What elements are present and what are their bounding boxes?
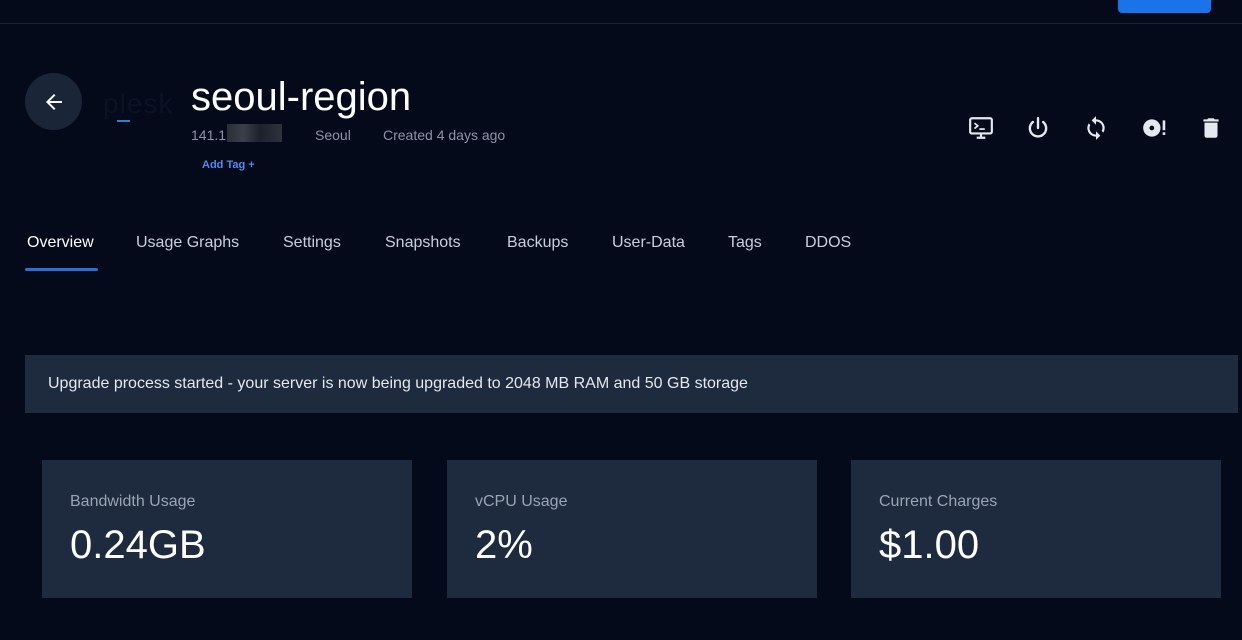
arrow-left-icon	[45, 93, 62, 110]
tab-bar: Overview Usage Graphs Settings Snapshots…	[0, 228, 1242, 272]
tab-tags[interactable]: Tags	[728, 228, 762, 270]
tab-snapshots[interactable]: Snapshots	[385, 228, 461, 270]
delete-button[interactable]	[1196, 113, 1226, 143]
upgrade-notice: Upgrade process started - your server is…	[25, 355, 1238, 413]
server-ip: 141.1	[191, 127, 227, 143]
server-overview-page: plesk seoul-region 141.1 Seoul Created 4…	[0, 0, 1242, 640]
logo-accent	[117, 120, 130, 122]
stat-label: Bandwidth Usage	[70, 493, 196, 510]
page-title: seoul-region	[191, 75, 412, 119]
stat-label: Current Charges	[879, 493, 998, 510]
stat-value: 0.24GB	[70, 523, 206, 567]
back-button[interactable]	[25, 73, 82, 130]
stat-label: vCPU Usage	[475, 493, 568, 510]
reinstall-button[interactable]	[1139, 113, 1169, 143]
stat-value: $1.00	[879, 523, 980, 567]
power-icon	[1028, 117, 1048, 138]
trash-icon	[1203, 118, 1219, 138]
stat-card-bandwidth: Bandwidth Usage 0.24GB	[42, 460, 412, 598]
os-logo: plesk	[103, 88, 174, 119]
ip-redaction	[227, 124, 282, 142]
stat-card-charges: Current Charges $1.00	[851, 460, 1221, 598]
tab-overview[interactable]: Overview	[27, 228, 94, 270]
tab-backups[interactable]: Backups	[507, 228, 568, 270]
server-location: Seoul	[315, 127, 351, 143]
restart-button[interactable]	[1081, 113, 1111, 143]
tab-settings[interactable]: Settings	[283, 228, 341, 270]
tab-user-data[interactable]: User-Data	[612, 228, 685, 270]
power-button[interactable]	[1023, 113, 1053, 143]
stat-value: 2%	[475, 523, 533, 567]
disc-alert-icon	[1143, 119, 1166, 137]
restart-icon	[1087, 116, 1105, 140]
console-button[interactable]	[966, 113, 996, 143]
active-tab-indicator	[25, 268, 98, 271]
add-tag-link[interactable]: Add Tag +	[202, 158, 255, 172]
stat-card-vcpu: vCPU Usage 2%	[447, 460, 817, 598]
top-action-button[interactable]	[1118, 0, 1211, 13]
monitor-terminal-icon	[969, 117, 993, 139]
tab-usage-graphs[interactable]: Usage Graphs	[136, 228, 239, 270]
server-created: Created 4 days ago	[383, 127, 506, 143]
top-bar	[0, 0, 1242, 24]
tab-ddos[interactable]: DDOS	[805, 228, 851, 270]
